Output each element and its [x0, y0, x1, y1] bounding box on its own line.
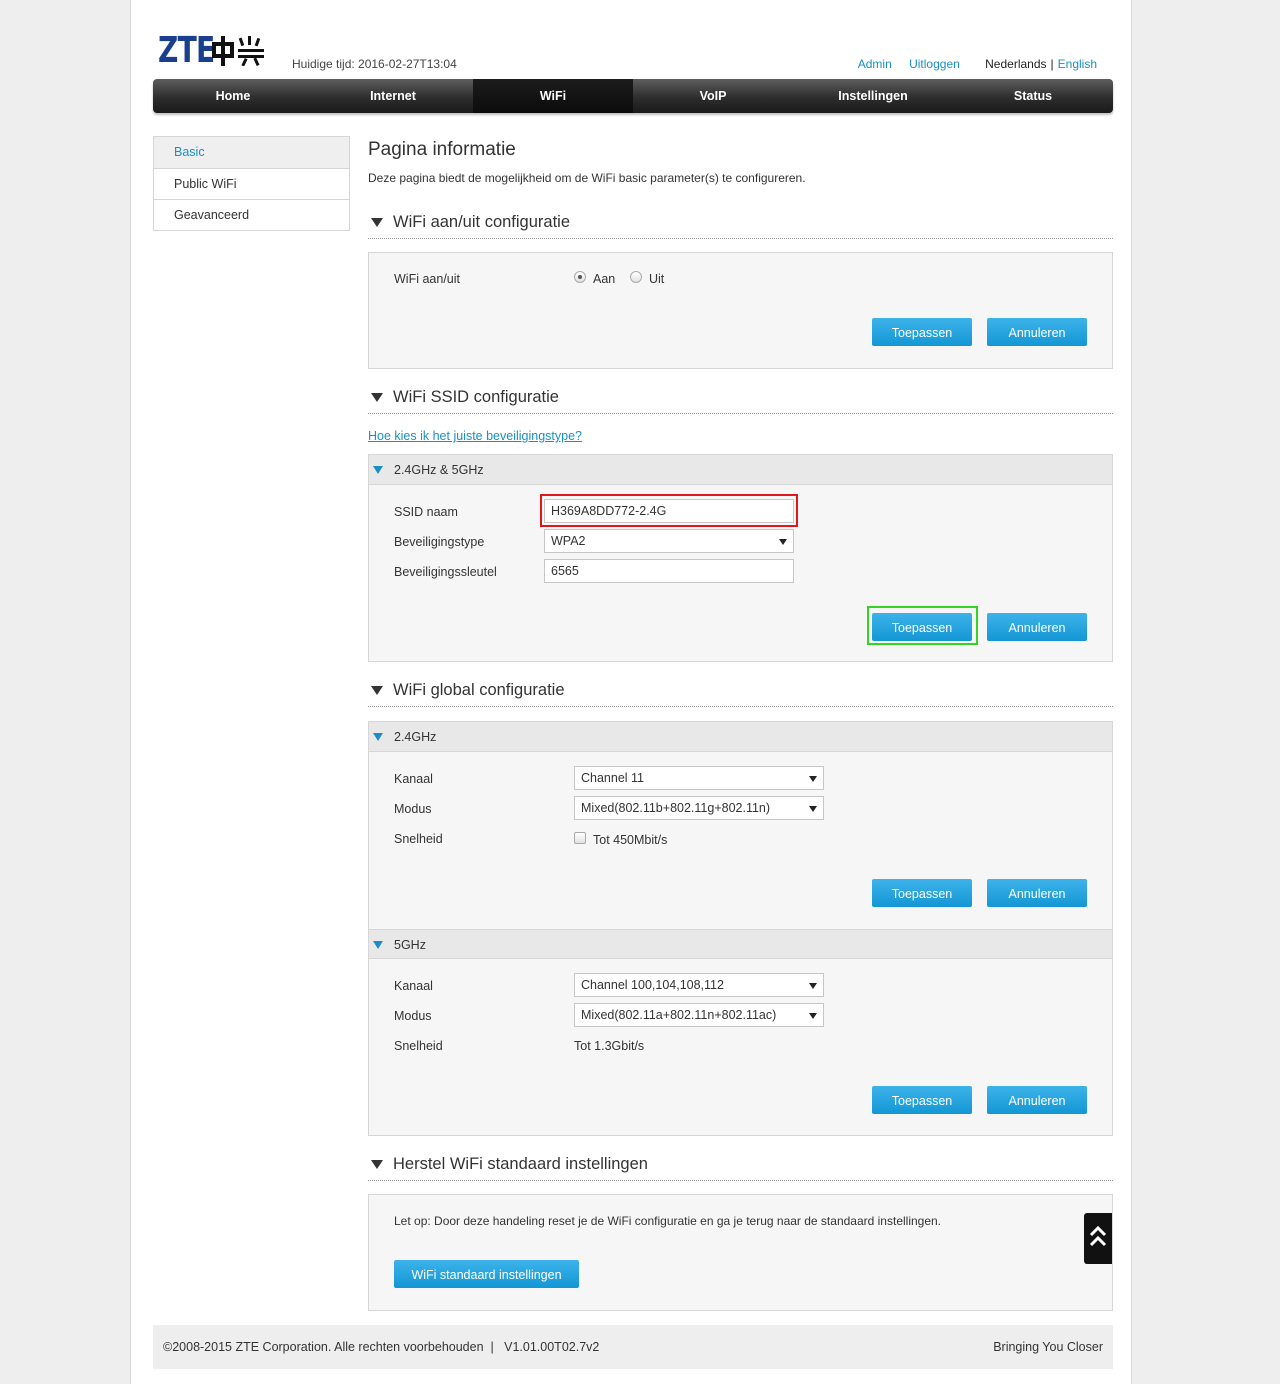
page-description: Deze pagina biedt de mogelijkheid om de …: [368, 171, 806, 185]
band-5-speed-value: Tot 1.3Gbit/s: [574, 1039, 645, 1053]
band-24-channel-label: Kanaal: [394, 772, 433, 786]
scroll-top-button[interactable]: [1084, 1213, 1112, 1264]
sidebar: Basic Public WiFi Geavanceerd: [153, 136, 350, 231]
top-links: Admin Uitloggen Nederlands | English: [844, 57, 1097, 71]
band-24-mode-value: Mixed(802.11b+802.11g+802.11n): [581, 801, 771, 815]
security-type-select[interactable]: WPA2: [544, 529, 794, 553]
triangle-down-icon: [373, 733, 383, 741]
band-5-channel-select[interactable]: Channel 100,104,108,112: [574, 973, 824, 997]
security-type-value: WPA2: [551, 534, 586, 548]
section-title: Herstel WiFi standaard instellingen: [393, 1155, 648, 1173]
triangle-down-icon: [373, 466, 383, 474]
security-type-label: Beveiligingstype: [394, 535, 485, 549]
band-header-label: 2.4GHz & 5GHz: [394, 463, 484, 477]
scroll-top-icon: [1089, 1225, 1107, 1247]
footer-slogan: Bringing You Closer: [993, 1340, 1103, 1354]
triangle-down-icon: [371, 218, 383, 227]
language-english[interactable]: English: [1058, 57, 1097, 71]
dropdown-arrow-icon: [809, 983, 817, 989]
nav-instellingen[interactable]: Instellingen: [793, 79, 953, 113]
dropdown-arrow-icon: [809, 776, 817, 782]
dropdown-arrow-icon: [809, 806, 817, 812]
triangle-down-icon: [371, 393, 383, 402]
band-24-mode-label: Modus: [394, 802, 432, 816]
current-time: Huidige tijd: 2016-02-27T13:04: [292, 57, 457, 71]
section-wifi-reset-header[interactable]: Herstel WiFi standaard instellingen: [368, 1151, 1113, 1181]
band-24-speed-label: Snelheid: [394, 832, 443, 846]
nav-wifi[interactable]: WiFi: [473, 79, 633, 113]
band-24-channel-select[interactable]: Channel 11: [574, 766, 824, 790]
sidebar-item-public-wifi[interactable]: Public WiFi: [154, 168, 349, 199]
security-key-input[interactable]: [544, 559, 794, 583]
ssid-band-header[interactable]: 2.4GHz & 5GHz: [369, 455, 1112, 485]
logo-chinese-glyphs: [212, 36, 264, 66]
band-5-channel-value: Channel 100,104,108,112: [581, 978, 724, 992]
nav-home[interactable]: Home: [153, 79, 313, 113]
dropdown-arrow-icon: [779, 539, 787, 545]
nav-voip[interactable]: VoIP: [633, 79, 793, 113]
band-5-mode-select[interactable]: Mixed(802.11a+802.11n+802.11ac): [574, 1003, 824, 1027]
triangle-down-icon: [373, 941, 383, 949]
band-24-channel-value: Channel 11: [581, 771, 645, 785]
radio-uit[interactable]: [630, 271, 642, 283]
band-24-label: 2.4GHz: [394, 730, 437, 744]
sidebar-item-geavanceerd[interactable]: Geavanceerd: [154, 199, 349, 230]
footer-copyright: ©2008-2015 ZTE Corporation. Alle rechten…: [163, 1340, 600, 1354]
reset-panel: Let op: Door deze handeling reset je de …: [368, 1194, 1113, 1311]
language-separator: |: [1050, 57, 1054, 71]
ssid-name-label: SSID naam: [394, 505, 458, 519]
ssid-panel: 2.4GHz & 5GHz SSID naam Beveiligingstype…: [368, 454, 1113, 662]
section-title: WiFi global configuratie: [393, 681, 565, 699]
nav-internet[interactable]: Internet: [313, 79, 473, 113]
reset-default-button[interactable]: WiFi standaard instellingen: [394, 1260, 579, 1288]
band-24-mode-select[interactable]: Mixed(802.11b+802.11g+802.11n): [574, 796, 824, 820]
sidebar-item-basic[interactable]: Basic: [154, 137, 349, 168]
band-24-speed-checkbox[interactable]: [574, 832, 586, 844]
logout-link[interactable]: Uitloggen: [909, 57, 960, 71]
section-title: WiFi SSID configuratie: [393, 388, 559, 406]
band-24-speed-value: Tot 450Mbit/s: [593, 833, 668, 847]
wifi-onoff-panel: WiFi aan/uit Aan Uit Toepassen Annuleren: [368, 252, 1113, 369]
footer: ©2008-2015 ZTE Corporation. Alle rechten…: [153, 1325, 1113, 1369]
nav-status[interactable]: Status: [953, 79, 1113, 113]
page-title: Pagina informatie: [368, 139, 516, 160]
radio-aan-label: Aan: [593, 272, 616, 286]
main-nav: Home Internet WiFi VoIP Instellingen Sta…: [153, 79, 1113, 113]
onoff-cancel-button[interactable]: Annuleren: [987, 318, 1087, 346]
band-24-header[interactable]: 2.4GHz: [369, 722, 1112, 752]
section-wifi-ssid-header[interactable]: WiFi SSID configuratie: [368, 384, 1113, 414]
security-help-link[interactable]: Hoe kies ik het juiste beveiligingstype?: [368, 429, 582, 443]
triangle-down-icon: [371, 686, 383, 695]
language-nederlands[interactable]: Nederlands: [985, 57, 1046, 71]
band-5-header[interactable]: 5GHz: [369, 929, 1112, 959]
section-wifi-global-header[interactable]: WiFi global configuratie: [368, 677, 1113, 707]
page-container: ZTE Huidige tijd: 2016-02-27T13:04 Admin…: [130, 0, 1132, 1384]
highlight-ssid-apply: [867, 606, 978, 645]
band-5-label: 5GHz: [394, 938, 426, 952]
highlight-ssid-input: [540, 494, 798, 527]
band-5-mode-label: Modus: [394, 1009, 432, 1023]
wifi-onoff-label: WiFi aan/uit: [394, 272, 460, 286]
logo-text: ZTE: [158, 30, 215, 71]
admin-link[interactable]: Admin: [858, 57, 892, 71]
band-5-mode-value: Mixed(802.11a+802.11n+802.11ac): [581, 1008, 777, 1022]
band-5-speed-label: Snelheid: [394, 1039, 443, 1053]
band-5-channel-label: Kanaal: [394, 979, 433, 993]
radio-aan[interactable]: [574, 271, 586, 283]
radio-uit-label: Uit: [649, 272, 665, 286]
band-5-apply-button[interactable]: Toepassen: [872, 1086, 972, 1114]
security-key-label: Beveiligingssleutel: [394, 565, 497, 579]
zte-logo: ZTE: [158, 30, 268, 72]
band-24-apply-button[interactable]: Toepassen: [872, 879, 972, 907]
section-wifi-onoff-header[interactable]: WiFi aan/uit configuratie: [368, 209, 1113, 239]
band-24-cancel-button[interactable]: Annuleren: [987, 879, 1087, 907]
global-panel: 2.4GHz Kanaal Channel 11 Modus Mixed(802…: [368, 721, 1113, 1136]
onoff-apply-button[interactable]: Toepassen: [872, 318, 972, 346]
reset-note: Let op: Door deze handeling reset je de …: [394, 1214, 942, 1228]
section-title: WiFi aan/uit configuratie: [393, 213, 570, 231]
triangle-down-icon: [371, 1160, 383, 1169]
ssid-cancel-button[interactable]: Annuleren: [987, 613, 1087, 641]
band-5-cancel-button[interactable]: Annuleren: [987, 1086, 1087, 1114]
dropdown-arrow-icon: [809, 1013, 817, 1019]
